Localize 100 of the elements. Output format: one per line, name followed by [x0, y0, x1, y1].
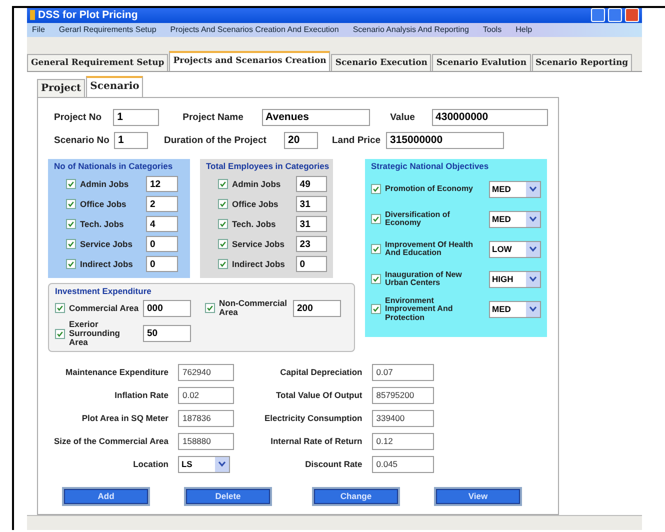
checkbox-label: Admin Jobs [80, 179, 130, 190]
maximize-button[interactable] [608, 8, 622, 22]
input-field[interactable]: 0 [146, 236, 178, 252]
checkbox[interactable] [66, 219, 76, 230]
tab[interactable]: Scenario Reporting [532, 54, 632, 71]
group-title: Investment Expenditure [55, 286, 152, 296]
checkbox-label: Indirect Jobs [232, 259, 286, 270]
field-label: Scenario No [54, 134, 110, 146]
input-field[interactable]: 50 [143, 325, 191, 342]
checkbox[interactable] [218, 259, 228, 270]
input-field[interactable]: 31 [296, 196, 327, 212]
close-button[interactable] [625, 8, 639, 22]
input-field[interactable]: 158880 [178, 432, 234, 450]
field-label: Plot Area in SQ Meter [80, 413, 168, 424]
input-field[interactable]: 49 [296, 176, 327, 192]
menu-item[interactable]: Scenario Analysis And Reporting [352, 25, 469, 34]
tab[interactable]: Scenario Evalution [432, 54, 531, 71]
input-field[interactable]: 762940 [178, 364, 234, 381]
dropdown[interactable]: LS [178, 456, 230, 473]
field-label: Project Name [182, 112, 244, 123]
checkbox[interactable] [205, 303, 215, 314]
input-field[interactable]: 4 [146, 216, 178, 232]
checkbox-label: Office Jobs [80, 199, 128, 210]
dropdown[interactable]: MED [489, 210, 541, 228]
input-field[interactable]: 200 [293, 300, 341, 317]
checkbox[interactable] [66, 259, 76, 270]
group-title: Strategic National Objectives [371, 161, 490, 172]
checkbox[interactable] [66, 199, 76, 210]
checkbox[interactable] [218, 219, 228, 230]
input-field[interactable]: 000 [143, 300, 191, 317]
menu-item[interactable]: File [32, 25, 45, 34]
input-field[interactable]: 1 [113, 108, 159, 126]
input-field[interactable]: Avenues [262, 108, 370, 126]
input-field[interactable]: 187836 [178, 410, 234, 427]
action-button[interactable]: Delete [184, 486, 272, 506]
checkbox[interactable] [371, 214, 381, 224]
field-label: Total Value Of Output [274, 390, 362, 400]
checkbox[interactable] [55, 303, 65, 314]
menu-item[interactable]: Gerarl Requirements Setup [58, 25, 156, 34]
input-field[interactable]: 0.045 [372, 456, 434, 473]
checkbox-label: Service Jobs [80, 239, 134, 250]
tab[interactable]: General Requirement Setup [27, 54, 168, 71]
field-label: Size of the Commercial Area [54, 436, 168, 446]
input-field[interactable]: 315000000 [386, 132, 504, 149]
menu-item[interactable]: Projects And Scenarios Creation And Execution [170, 25, 339, 34]
field-label: Land Price [332, 134, 382, 146]
input-field[interactable]: 85795200 [372, 386, 434, 404]
checkbox[interactable] [218, 239, 228, 250]
dropdown[interactable]: MED [489, 180, 541, 198]
input-field[interactable]: 1 [114, 132, 148, 149]
dropdown[interactable]: HIGH [489, 270, 541, 288]
app-icon [30, 10, 35, 20]
checkbox[interactable] [371, 304, 381, 314]
input-field[interactable]: 0 [146, 256, 178, 272]
checkbox[interactable] [66, 179, 76, 190]
checkbox[interactable] [55, 328, 65, 339]
field-label: Capital Depreciation [279, 367, 362, 378]
checkbox[interactable] [218, 179, 228, 190]
minimize-button[interactable] [591, 8, 605, 22]
input-field[interactable]: 2 [146, 196, 178, 212]
input-field[interactable]: 430000000 [432, 108, 548, 126]
input-field[interactable]: 23 [296, 236, 327, 252]
action-button[interactable]: View [434, 486, 522, 506]
input-field[interactable]: 0 [296, 256, 327, 272]
checkbox-label: Tech. Jobs [80, 219, 125, 230]
checkbox[interactable] [66, 239, 76, 250]
checkbox[interactable] [371, 184, 381, 194]
dropdown[interactable]: MED [489, 300, 541, 318]
checkbox[interactable] [218, 199, 228, 210]
action-button[interactable]: Change [312, 486, 400, 506]
checkbox-label: Non-Commercial Area [219, 299, 288, 318]
input-field[interactable]: 0.12 [372, 432, 434, 450]
action-button[interactable]: Add [62, 486, 150, 506]
menu-item[interactable]: Tools [482, 25, 502, 34]
input-field[interactable]: 0.02 [178, 386, 234, 404]
checkbox-label: Office Jobs [232, 199, 280, 210]
checkbox-label: Environment Improvement And Protection [385, 296, 454, 322]
field-label: Internal Rate of Return [270, 436, 362, 446]
checkbox-label: Diversification of Economy [385, 210, 451, 228]
input-field[interactable]: 12 [146, 176, 178, 192]
checkbox-label: Commercial Area [69, 304, 139, 313]
checkbox[interactable] [371, 274, 381, 284]
tab[interactable]: Scenario [86, 76, 144, 97]
checkbox-label: Improvement Of Health And Education [385, 240, 474, 258]
checkbox-label: Indirect Jobs [80, 259, 134, 270]
checkbox-label: Inauguration of New Urban Centers [385, 270, 463, 288]
dropdown[interactable]: LOW [489, 240, 541, 258]
input-field[interactable]: 0.07 [372, 364, 434, 381]
tab[interactable]: Projects and Scenarios Creation [169, 51, 330, 71]
tab[interactable]: Project [37, 79, 86, 97]
window-title: DSS for Plot Pricing [38, 9, 139, 22]
tab[interactable]: Scenario Execution [331, 54, 432, 71]
group-title: No of Nationals in Categories [54, 161, 174, 172]
menu-item[interactable]: Help [516, 25, 532, 34]
field-label: Inflation Rate [114, 390, 168, 400]
input-field[interactable]: 20 [284, 132, 318, 149]
checkbox[interactable] [371, 244, 381, 254]
input-field[interactable]: 31 [296, 216, 327, 232]
group-title: Total Employees in Categories [206, 161, 327, 172]
input-field[interactable]: 339400 [372, 410, 434, 427]
